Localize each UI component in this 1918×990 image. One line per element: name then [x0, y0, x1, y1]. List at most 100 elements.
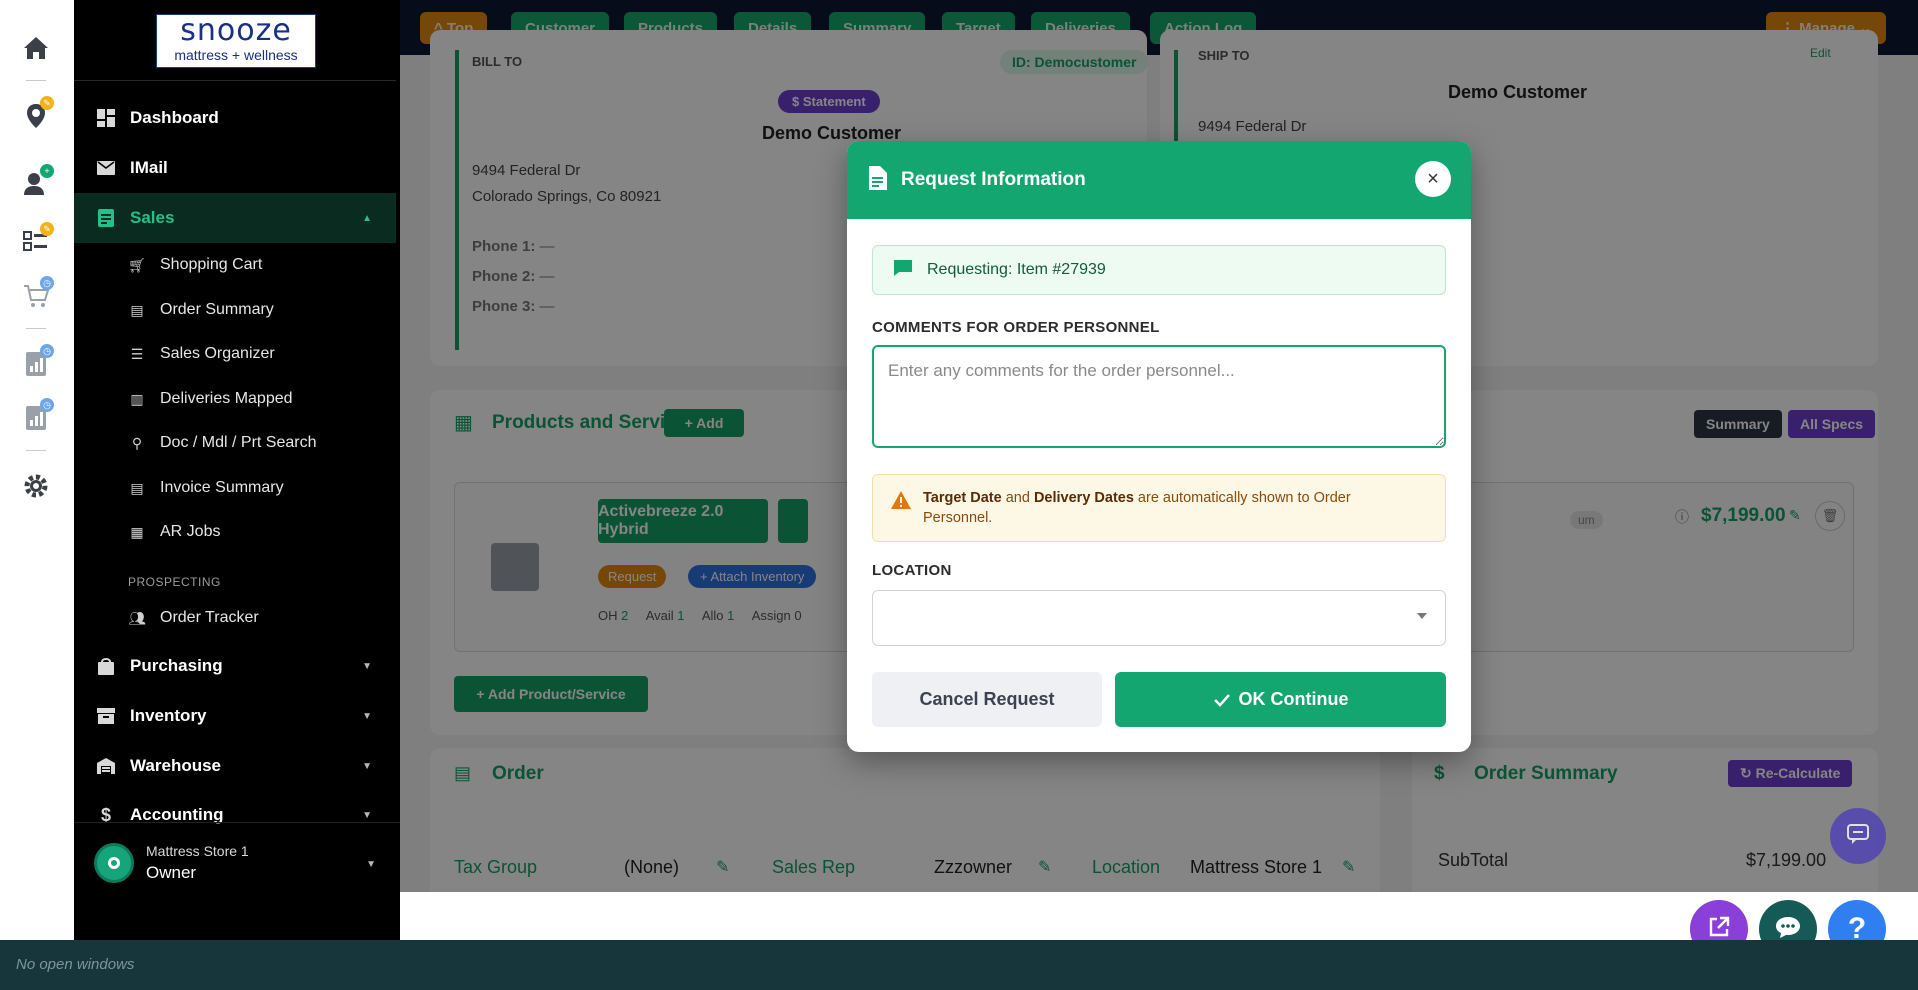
sidebar-item-label: Inventory: [130, 706, 207, 725]
sidebar-subitem-label: Order Tracker: [160, 609, 259, 626]
report-icon[interactable]: ◷: [20, 344, 54, 380]
chevron-up-icon: ▲: [362, 212, 372, 224]
warning-icon: [891, 491, 911, 514]
requesting-item-text: Requesting: Item #27939: [927, 261, 1106, 278]
sidebar-subitem-label: Deliveries Mapped: [160, 390, 293, 407]
chevron-down-icon: ▼: [362, 660, 372, 672]
sidebar-subitem-label: AR Jobs: [160, 523, 221, 540]
sidebar-item-dashboard[interactable]: Dashboard: [74, 94, 396, 142]
taskbar: No open windows: [0, 940, 1918, 990]
chevron-down-icon: ▼: [362, 809, 372, 821]
sidebar-subitem-shopping-cart[interactable]: 🛒︎ Shopping Cart: [128, 250, 262, 280]
gear-icon[interactable]: [20, 470, 52, 502]
sidebar-subitem-ar-jobs[interactable]: ▦ AR Jobs: [128, 517, 220, 547]
ok-continue-label: OK Continue: [1238, 689, 1349, 709]
sidebar-item-inventory[interactable]: Inventory ▼: [74, 692, 396, 740]
sidebar-subitem-order-summary[interactable]: ▤ Order Summary: [128, 295, 274, 325]
dialog-title: Request Information: [901, 169, 1086, 190]
sidebar-item-label: Dashboard: [130, 108, 219, 127]
avatar: [94, 843, 134, 883]
sidebar-item-label: IMail: [130, 158, 168, 177]
request-information-dialog: Request Information × Requesting: Item #…: [847, 141, 1471, 752]
comments-label: COMMENTS FOR ORDER PERSONNEL: [872, 319, 1160, 336]
clock-badge: ◷: [40, 398, 54, 412]
rail-divider: [26, 450, 46, 451]
section-label-prospecting: PROSPECTING: [128, 575, 221, 589]
sidebar-subitem-label: Doc / Mdl / Prt Search: [160, 434, 317, 451]
building-icon: ▦: [130, 523, 144, 540]
chevron-down-icon: ▼: [362, 760, 372, 772]
search-icon: ⚲: [131, 434, 143, 451]
taskbar-status: No open windows: [16, 956, 135, 973]
sidebar-subitem-label: Order Summary: [160, 301, 274, 318]
clock-badge: ◷: [40, 276, 54, 290]
logo-wordmark: snooze: [180, 13, 292, 48]
sales-icon: [96, 208, 116, 228]
sidebar-subitem-label: Sales Organizer: [160, 345, 275, 362]
bag-icon: [96, 656, 116, 676]
warning-text: Target Date and Delivery Dates are autom…: [923, 490, 1351, 526]
chat-icon: [1846, 823, 1870, 850]
rail-divider: [26, 80, 46, 81]
logo-tagline: mattress + wellness: [174, 47, 298, 63]
sidebar-item-label: Sales: [130, 208, 175, 227]
clock-badge: ◷: [40, 344, 54, 358]
mail-icon: [96, 158, 116, 178]
location-field-label: LOCATION: [872, 562, 952, 579]
sidebar-subitem-doc-search[interactable]: ⚲ Doc / Mdl / Prt Search: [128, 428, 317, 458]
sidebar-subitem-deliveries-mapped[interactable]: ▥ Deliveries Mapped: [128, 384, 293, 414]
people-icon: 👥︎: [128, 609, 146, 626]
chevron-down-icon: [1417, 613, 1427, 619]
report-icon[interactable]: ◷: [20, 398, 54, 434]
add-user-icon[interactable]: +: [20, 164, 54, 200]
app-root: ✎ + ✎ ◷ ◷ ◷ snooze mattress + wellness D…: [0, 0, 1918, 990]
cancel-request-button[interactable]: Cancel Request: [872, 672, 1102, 727]
close-icon: ×: [1427, 167, 1439, 190]
document-icon: [867, 165, 887, 195]
checkmark-icon: [1213, 693, 1231, 707]
checklist-icon[interactable]: ✎: [20, 222, 54, 258]
warehouse-icon: [96, 756, 116, 776]
chevron-down-icon: ▼: [362, 710, 372, 722]
sidebar-subitem-invoice-summary[interactable]: ▤ Invoice Summary: [128, 473, 284, 503]
sidebar-subitem-order-tracker[interactable]: 👥︎ Order Tracker: [128, 603, 259, 633]
sidebar-item-warehouse[interactable]: Warehouse ▼: [74, 742, 396, 790]
sidebar-subitem-label: Shopping Cart: [160, 256, 263, 273]
info-warning-banner: Target Date and Delivery Dates are autom…: [872, 474, 1446, 542]
home-icon[interactable]: [20, 32, 52, 64]
notification-badge: ✎: [40, 96, 54, 110]
inventory-icon: [96, 706, 116, 726]
document-icon: ▤: [130, 479, 144, 496]
ok-continue-button[interactable]: OK Continue: [1115, 672, 1446, 727]
sidebar-item-imail[interactable]: IMail: [74, 144, 396, 192]
user-menu[interactable]: Mattress Store 1 Owner ▼: [74, 822, 400, 892]
message-icon: [893, 259, 913, 282]
location-pin-icon[interactable]: ✎: [20, 96, 54, 132]
add-badge: +: [40, 164, 54, 178]
dashboard-icon: [96, 108, 116, 128]
location-select[interactable]: [872, 590, 1446, 646]
cart-icon[interactable]: ◷: [20, 276, 54, 312]
user-store-name: Mattress Store 1: [146, 843, 249, 859]
rail-divider: [26, 328, 46, 329]
sidebar-item-label: Warehouse: [130, 756, 222, 775]
comments-textarea[interactable]: [872, 345, 1446, 448]
sidebar-divider: [74, 80, 396, 81]
chat-support-button[interactable]: [1830, 808, 1886, 864]
logo: snooze mattress + wellness: [156, 14, 316, 68]
close-button[interactable]: ×: [1415, 161, 1451, 197]
dialog-header: Request Information ×: [847, 141, 1471, 219]
notification-badge: ✎: [40, 222, 54, 236]
sidebar: snooze mattress + wellness Dashboard IMa…: [74, 0, 474, 940]
list-icon: ☰: [130, 345, 144, 362]
user-role: Owner: [146, 863, 197, 882]
map-icon: ▥: [130, 390, 144, 407]
sidebar-item-label: Purchasing: [130, 656, 223, 675]
sidebar-subitem-sales-organizer[interactable]: ☰ Sales Organizer: [128, 339, 275, 369]
chevron-down-icon: ▼: [366, 859, 376, 870]
icon-rail: ✎ + ✎ ◷ ◷ ◷: [0, 0, 74, 940]
sidebar-item-sales[interactable]: Sales ▲: [74, 193, 396, 243]
sidebar-subitem-label: Invoice Summary: [160, 479, 284, 496]
sidebar-item-purchasing[interactable]: Purchasing ▼: [74, 642, 396, 690]
requesting-item-banner: Requesting: Item #27939: [872, 245, 1446, 295]
